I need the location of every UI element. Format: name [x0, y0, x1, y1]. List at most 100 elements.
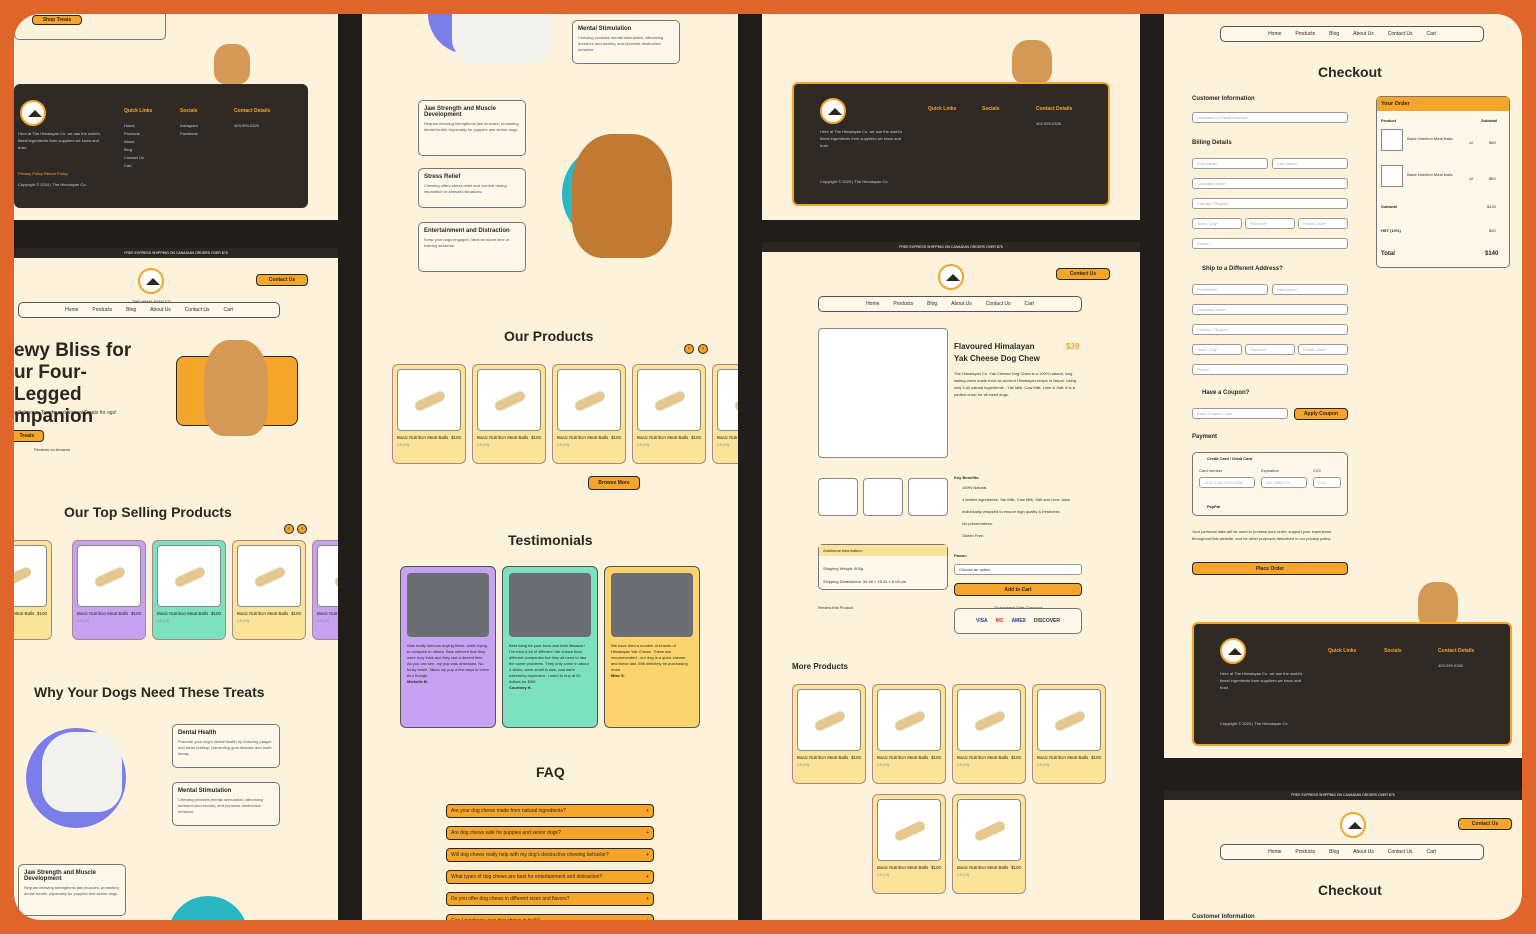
postal-input[interactable]: Postal Code*: [1298, 218, 1348, 229]
coupon-input[interactable]: Enter Coupon Code: [1192, 408, 1288, 419]
nav-about[interactable]: About Us: [150, 307, 171, 313]
faq-item[interactable]: What types of dog chews are best for ent…: [446, 870, 654, 884]
nav-home[interactable]: Home: [866, 301, 879, 307]
contact-us-button[interactable]: Contact Us: [1056, 268, 1110, 280]
nav-blog[interactable]: Blog: [927, 301, 937, 307]
nav-products[interactable]: Products: [92, 307, 112, 313]
product-thumb[interactable]: [818, 478, 858, 516]
nav-contact[interactable]: Contact Us: [185, 307, 210, 313]
product-card[interactable]: Basic Nutrition Meat Balls$1004.5 (19): [152, 540, 226, 640]
shop-treats-hero-button[interactable]: Treats: [14, 430, 44, 442]
product-card[interactable]: Basic Nutrition Meat Balls$1004.5 (19): [792, 684, 866, 784]
product-card[interactable]: Basic Nutrition Meat Balls$1004.5 (19): [712, 364, 738, 464]
phone-input[interactable]: Phone*: [1192, 238, 1348, 249]
ship-first-name-input[interactable]: First name*: [1192, 284, 1268, 295]
footer-link-home[interactable]: Home: [124, 122, 135, 129]
nav-products[interactable]: Products: [1295, 31, 1315, 37]
flavor-select[interactable]: Choose an option: [954, 564, 1082, 575]
product-card[interactable]: Basic Nutrition Meat Balls$1004.5 (19): [392, 364, 466, 464]
nav-home[interactable]: Home: [1268, 849, 1281, 855]
product-card[interactable]: Basic Nutrition Meat Balls$1004.5 (19): [552, 364, 626, 464]
expiration-input[interactable]: DD / MM / YY: [1261, 477, 1307, 488]
ship-last-name-input[interactable]: Last name*: [1272, 284, 1348, 295]
product-card[interactable]: Basic Nutrition Meat Balls$1004.5 (19): [472, 364, 546, 464]
credit-card-radio[interactable]: Credit Card / Debit Card: [1207, 455, 1252, 462]
cvc-input[interactable]: CVC: [1313, 477, 1341, 488]
browse-more-button[interactable]: Browse More: [588, 476, 640, 490]
nav-about[interactable]: About Us: [1353, 849, 1374, 855]
product-thumb[interactable]: [863, 478, 903, 516]
footer-link-cart[interactable]: Cart: [124, 162, 132, 169]
product-card[interactable]: Basic Nutrition Meat Balls$1004.5 (19): [72, 540, 146, 640]
product-thumb[interactable]: [908, 478, 948, 516]
brand-logo[interactable]: [938, 264, 964, 290]
prev-arrow-2[interactable]: ‹: [684, 344, 694, 354]
card-number-input[interactable]: 1234 1234 1234 1234: [1199, 477, 1255, 488]
nav-blog[interactable]: Blog: [1329, 849, 1339, 855]
nav-products[interactable]: Products: [893, 301, 913, 307]
coupon-checkbox[interactable]: Have a Coupon?: [1202, 390, 1249, 396]
footer-link-contact[interactable]: Contact Us: [124, 154, 144, 161]
ship-town-input[interactable]: Town / City*: [1192, 344, 1242, 355]
product-card[interactable]: Basic Nutrition Meat Balls$1004.5 (19): [312, 540, 338, 640]
ship-province-input[interactable]: Province*: [1245, 344, 1295, 355]
ship-company-input[interactable]: Company name: [1192, 304, 1348, 315]
email-input[interactable]: Username or Email Address*: [1192, 112, 1348, 123]
product-card[interactable]: Basic Nutrition Meat Balls$1004.5 (19): [14, 540, 52, 640]
nav-about[interactable]: About Us: [1353, 31, 1374, 37]
nav-home[interactable]: Home: [1268, 31, 1281, 37]
product-card[interactable]: Basic Nutrition Meat Balls$1004.5 (19): [1032, 684, 1106, 784]
nav-cart[interactable]: Cart: [1426, 31, 1435, 37]
footer-facebook-link[interactable]: Facebook: [180, 130, 198, 137]
footer-legal-links[interactable]: Privacy Policy Return Policy: [18, 170, 68, 177]
apply-coupon-button[interactable]: Apply Coupon: [1294, 408, 1348, 420]
product-card[interactable]: Basic Nutrition Meat Balls$1004.5 (19): [632, 364, 706, 464]
ship-country-input[interactable]: Country / Region*: [1192, 324, 1348, 335]
product-card[interactable]: Basic Nutrition Meat Balls$1004.5 (19): [872, 684, 946, 784]
next-arrow[interactable]: ›: [297, 524, 307, 534]
province-input[interactable]: Province*: [1245, 218, 1295, 229]
add-to-cart-button[interactable]: Add to Cart: [954, 583, 1082, 596]
prev-arrow[interactable]: ‹: [284, 524, 294, 534]
nav-blog[interactable]: Blog: [126, 307, 136, 313]
nav-contact[interactable]: Contact Us: [1388, 849, 1413, 855]
product-card[interactable]: Basic Nutrition Meat Balls$1004.5 (19): [952, 794, 1026, 894]
ship-different-checkbox[interactable]: Ship to a Different Address?: [1202, 266, 1283, 272]
brand-logo[interactable]: [138, 268, 164, 294]
nav-cart[interactable]: Cart: [1024, 301, 1033, 307]
ship-phone-input[interactable]: Phone*: [1192, 364, 1348, 375]
next-arrow-2[interactable]: ›: [698, 344, 708, 354]
nav-contact[interactable]: Contact Us: [986, 301, 1011, 307]
contact-us-button[interactable]: Contact Us: [256, 274, 308, 286]
footer-link-products[interactable]: Products: [124, 130, 140, 137]
last-name-input[interactable]: Last name*: [1272, 158, 1348, 169]
company-input[interactable]: Company name: [1192, 178, 1348, 189]
nav-cart[interactable]: Cart: [223, 307, 232, 313]
product-card[interactable]: Basic Nutrition Meat Balls$1004.5 (19): [232, 540, 306, 640]
faq-item[interactable]: Will dog chews really help with my dog's…: [446, 848, 654, 862]
place-order-button[interactable]: Place Order: [1192, 562, 1348, 575]
faq-item[interactable]: Can I purchase your dog chews in bulk? +: [446, 914, 654, 920]
faq-item[interactable]: Are your dog chews made from natural ing…: [446, 804, 654, 818]
product-card[interactable]: Basic Nutrition Meat Balls$1004.5 (19): [952, 684, 1026, 784]
product-card[interactable]: Basic Nutrition Meat Balls$1004.5 (19): [872, 794, 946, 894]
nav-cart[interactable]: Cart: [1426, 849, 1435, 855]
nav-blog[interactable]: Blog: [1329, 31, 1339, 37]
nav-home[interactable]: Home: [65, 307, 78, 313]
brand-logo[interactable]: [1340, 812, 1366, 838]
footer-instagram-link[interactable]: Instagram: [180, 122, 198, 129]
nav-products[interactable]: Products: [1295, 849, 1315, 855]
contact-us-button[interactable]: Contact Us: [1458, 818, 1512, 830]
ship-postal-input[interactable]: Postal Code*: [1298, 344, 1348, 355]
nav-about[interactable]: About Us: [951, 301, 972, 307]
footer-link-blog[interactable]: Blog: [124, 146, 132, 153]
faq-item[interactable]: Are dog chews safe for puppies and senio…: [446, 826, 654, 840]
faq-item[interactable]: Do you offer dog chews in different size…: [446, 892, 654, 906]
nav-contact[interactable]: Contact Us: [1388, 31, 1413, 37]
town-input[interactable]: Town / City*: [1192, 218, 1242, 229]
product-title-line2: Yak Cheese Dog Chew: [954, 354, 1040, 363]
country-input[interactable]: Country / Region*: [1192, 198, 1348, 209]
paypal-radio[interactable]: PayPal: [1207, 503, 1220, 510]
footer-link-about[interactable]: About: [124, 138, 134, 145]
first-name-input[interactable]: First name*: [1192, 158, 1268, 169]
